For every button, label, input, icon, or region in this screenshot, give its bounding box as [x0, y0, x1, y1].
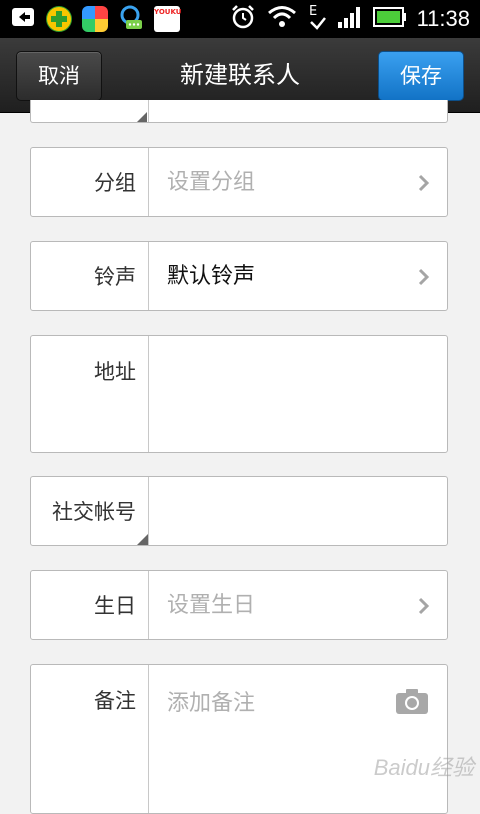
label-dropdown-corner[interactable]: [137, 112, 147, 122]
edge-icon: E: [307, 2, 327, 36]
label-dropdown-corner[interactable]: [137, 534, 148, 545]
cancel-button[interactable]: 取消: [16, 51, 102, 101]
ringtone-value[interactable]: 默认铃声: [167, 242, 407, 312]
ringtone-field[interactable]: 铃声 默认铃声: [30, 241, 448, 311]
social-account-field[interactable]: 社交帐号: [30, 476, 448, 546]
notes-field[interactable]: 备注 添加备注: [30, 664, 448, 814]
group-value[interactable]: 设置分组: [167, 148, 407, 218]
watermark: Baidu经验: [373, 755, 474, 780]
qq-icon: [118, 4, 144, 34]
status-bar: YOUKU E 11:38: [0, 0, 480, 38]
back-arrow-icon: [10, 4, 36, 34]
birthday-label: 生日: [31, 571, 149, 639]
notes-input[interactable]: 添加备注: [167, 685, 407, 717]
youku-icon: YOUKU: [154, 6, 181, 32]
ringtone-label: 铃声: [31, 242, 149, 310]
wifi-icon: [267, 4, 297, 34]
address-label: 地址: [31, 336, 149, 452]
app-plus-icon: [46, 6, 72, 32]
chevron-right-icon: [418, 174, 430, 192]
notes-label: 备注: [31, 665, 149, 813]
social-account-label: 社交帐号: [31, 477, 149, 545]
chevron-right-icon: [418, 597, 430, 615]
previous-field[interactable]: [30, 100, 448, 123]
birthday-field[interactable]: 生日 设置生日: [30, 570, 448, 640]
address-field[interactable]: 地址: [30, 335, 448, 453]
save-button[interactable]: 保存: [378, 51, 464, 101]
page-title: 新建联系人: [180, 61, 300, 89]
previous-field-label: [31, 100, 149, 122]
camera-icon[interactable]: [395, 687, 429, 715]
app-colorful-icon: [82, 6, 108, 32]
svg-text:E: E: [309, 4, 317, 19]
group-field[interactable]: 分组 设置分组: [30, 147, 448, 217]
group-label: 分组: [31, 148, 149, 216]
signal-icon: [337, 4, 363, 34]
alarm-icon: [229, 3, 257, 35]
battery-icon: [372, 6, 407, 32]
clock: 11:38: [416, 6, 470, 31]
birthday-value[interactable]: 设置生日: [167, 571, 407, 641]
chevron-right-icon: [418, 268, 430, 286]
